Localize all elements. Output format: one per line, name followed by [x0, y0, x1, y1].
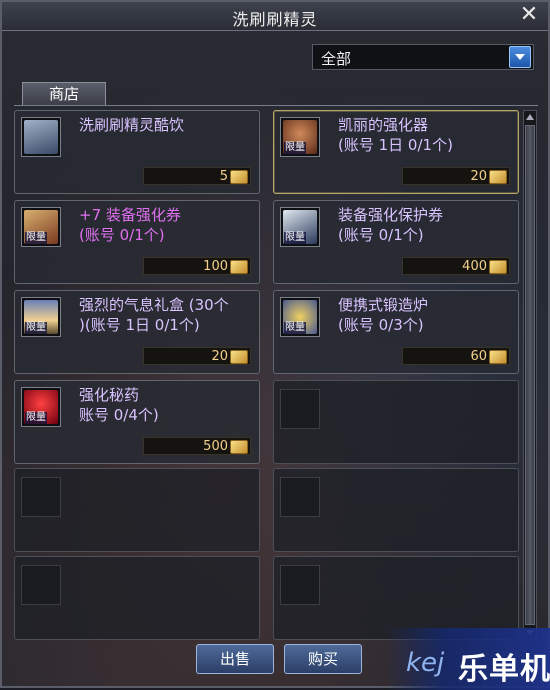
- item-price: 20: [211, 349, 228, 364]
- item-name: 装备强化保护券 (账号 0/1个): [338, 206, 444, 244]
- item-price: 5: [219, 169, 228, 184]
- shop-item[interactable]: 限量 凯丽的强化器 (账号 1日 0/1个) 20: [273, 110, 519, 194]
- watermark-right: 乐单机: [458, 652, 550, 687]
- forge-icon: 限量: [280, 297, 320, 337]
- limit-badge: 限量: [284, 142, 306, 154]
- site-watermark: kej 乐单机: [386, 628, 550, 690]
- price-box: 500: [143, 437, 251, 455]
- item-price: 60: [470, 349, 487, 364]
- item-grid: 洗刷刷精灵酷饮 5 限量 凯丽的强化器 (账号 1日 0/1个) 20 限量 +…: [14, 110, 522, 640]
- gold-coin-icon: [230, 260, 248, 274]
- price-box: 5: [143, 167, 251, 185]
- empty-slot: [14, 556, 260, 640]
- scroll-thumb[interactable]: [525, 125, 535, 625]
- item-name: 洗刷刷精灵酷饮: [79, 116, 185, 134]
- sell-button[interactable]: 出售: [196, 644, 274, 674]
- empty-icon-slot: [21, 565, 61, 605]
- shop-item[interactable]: 限量 便携式锻造炉 (账号 0/3个) 60: [273, 290, 519, 374]
- shop-item[interactable]: 限量 +7 装备强化券 (账号 0/1个) 100: [14, 200, 260, 284]
- empty-slot: [273, 380, 519, 464]
- chevron-down-icon[interactable]: [509, 46, 531, 68]
- item-name: 强烈的气息礼盒 (30个)(账号 1日 0/1个): [79, 296, 229, 334]
- buy-button[interactable]: 购买: [284, 644, 362, 674]
- item-price: 20: [470, 169, 487, 184]
- item-price: 400: [462, 259, 487, 274]
- shop-item[interactable]: 限量 装备强化保护券 (账号 0/1个) 400: [273, 200, 519, 284]
- price-box: 20: [402, 167, 510, 185]
- limit-badge: 限量: [284, 322, 306, 334]
- scroll-up-icon[interactable]: [526, 114, 534, 120]
- limit-badge: 限量: [25, 232, 47, 244]
- dropdown-value: 全部: [321, 50, 352, 68]
- potion-icon: 限量: [21, 387, 61, 427]
- gold-coin-icon: [230, 350, 248, 364]
- watermark-left: kej: [406, 648, 445, 678]
- gold-coin-icon: [230, 170, 248, 184]
- gold-coin-icon: [489, 260, 507, 274]
- item-name: 强化秘药 账号 0/4个): [79, 386, 159, 424]
- limit-badge: 限量: [25, 322, 47, 334]
- gold-coin-icon: [489, 350, 507, 364]
- shop-item[interactable]: 限量 强烈的气息礼盒 (30个)(账号 1日 0/1个) 20: [14, 290, 260, 374]
- empty-icon-slot: [280, 565, 320, 605]
- tab-divider: [14, 105, 538, 106]
- limit-badge: 限量: [25, 412, 47, 424]
- empty-icon-slot: [21, 477, 61, 517]
- gold-coin-icon: [489, 170, 507, 184]
- protect-ticket-icon: 限量: [280, 207, 320, 247]
- empty-icon-slot: [280, 477, 320, 517]
- ticket-icon: 限量: [21, 207, 61, 247]
- limit-badge: 限量: [284, 232, 306, 244]
- shop-window: 洗刷刷精灵 ✕ 全部 商店 洗刷刷精灵酷饮 5 限量 凯丽的强化器 (账号 1日 …: [0, 0, 550, 690]
- shop-item[interactable]: 限量 强化秘药 账号 0/4个) 500: [14, 380, 260, 464]
- drink-icon: [21, 117, 61, 157]
- item-name: 便携式锻造炉 (账号 0/3个): [338, 296, 429, 334]
- price-box: 60: [402, 347, 510, 365]
- giftbox-icon: 限量: [21, 297, 61, 337]
- scrollbar[interactable]: [523, 110, 537, 640]
- price-box: 100: [143, 257, 251, 275]
- shop-item[interactable]: 洗刷刷精灵酷饮 5: [14, 110, 260, 194]
- item-price: 100: [203, 259, 228, 274]
- item-name: 凯丽的强化器 (账号 1日 0/1个): [338, 116, 453, 154]
- category-dropdown[interactable]: 全部: [312, 44, 534, 70]
- close-icon[interactable]: ✕: [518, 4, 540, 26]
- item-name: +7 装备强化券 (账号 0/1个): [79, 206, 181, 244]
- price-box: 400: [402, 257, 510, 275]
- gold-coin-icon: [230, 440, 248, 454]
- empty-icon-slot: [280, 389, 320, 429]
- price-box: 20: [143, 347, 251, 365]
- title-bar[interactable]: 洗刷刷精灵 ✕: [2, 2, 548, 31]
- empty-slot: [14, 468, 260, 552]
- window-title: 洗刷刷精灵: [232, 10, 318, 29]
- tab-shop[interactable]: 商店: [22, 82, 106, 106]
- item-price: 500: [203, 439, 228, 454]
- empty-slot: [273, 468, 519, 552]
- enhancer-icon: 限量: [280, 117, 320, 157]
